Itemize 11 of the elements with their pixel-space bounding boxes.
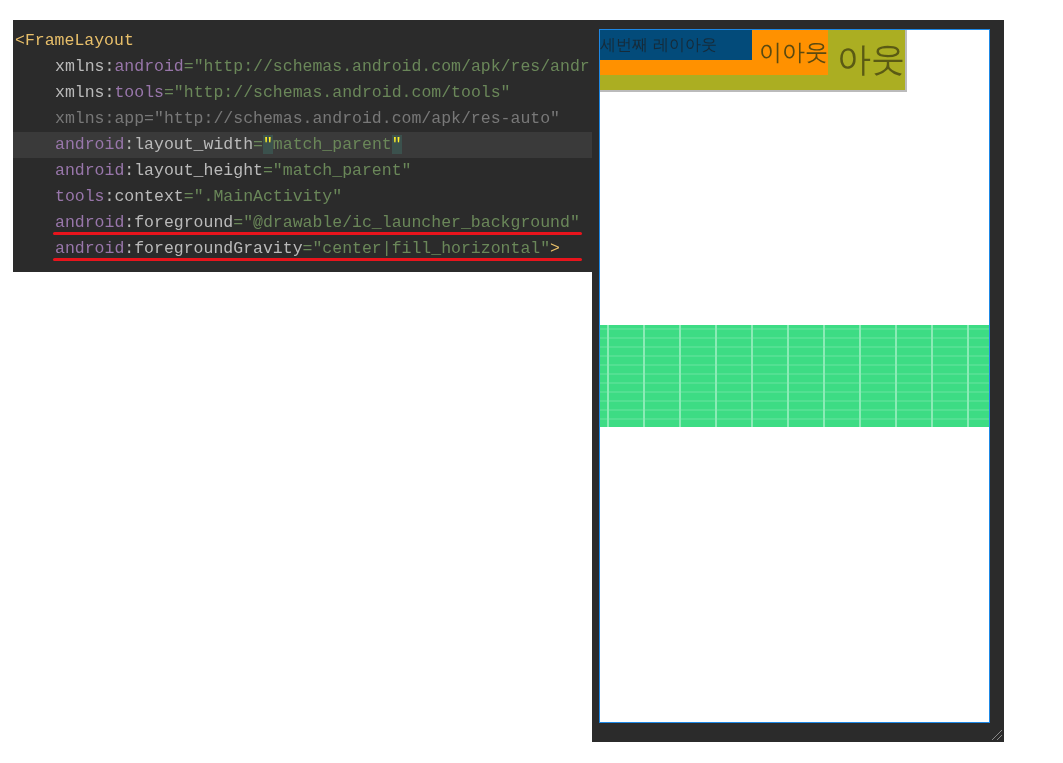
code-line: <FrameLayout — [15, 31, 134, 50]
code-line: xmlns:tools="http://schemas.android.com/tools" — [55, 83, 511, 102]
code-line: android:layout_width="match_parent" — [55, 135, 402, 154]
code-line: android:foregroundGravity="center|fill_horizontal"> — [55, 239, 560, 258]
code-line: xmlns:app="http://schemas.android.com/apk/res-auto" — [55, 109, 560, 128]
code-line: android:foreground="@drawable/ic_launcher_background" — [55, 213, 580, 232]
layout-layer: 세번째 레이아웃 — [600, 30, 752, 60]
resize-grip-icon[interactable] — [992, 730, 1002, 740]
code-line: xmlns:android="http://schemas.android.com/apk/res/andr — [55, 57, 590, 76]
code-line: tools:context=".MainActivity" — [55, 187, 343, 206]
code-line: android:layout_height="match_parent" — [55, 161, 412, 180]
